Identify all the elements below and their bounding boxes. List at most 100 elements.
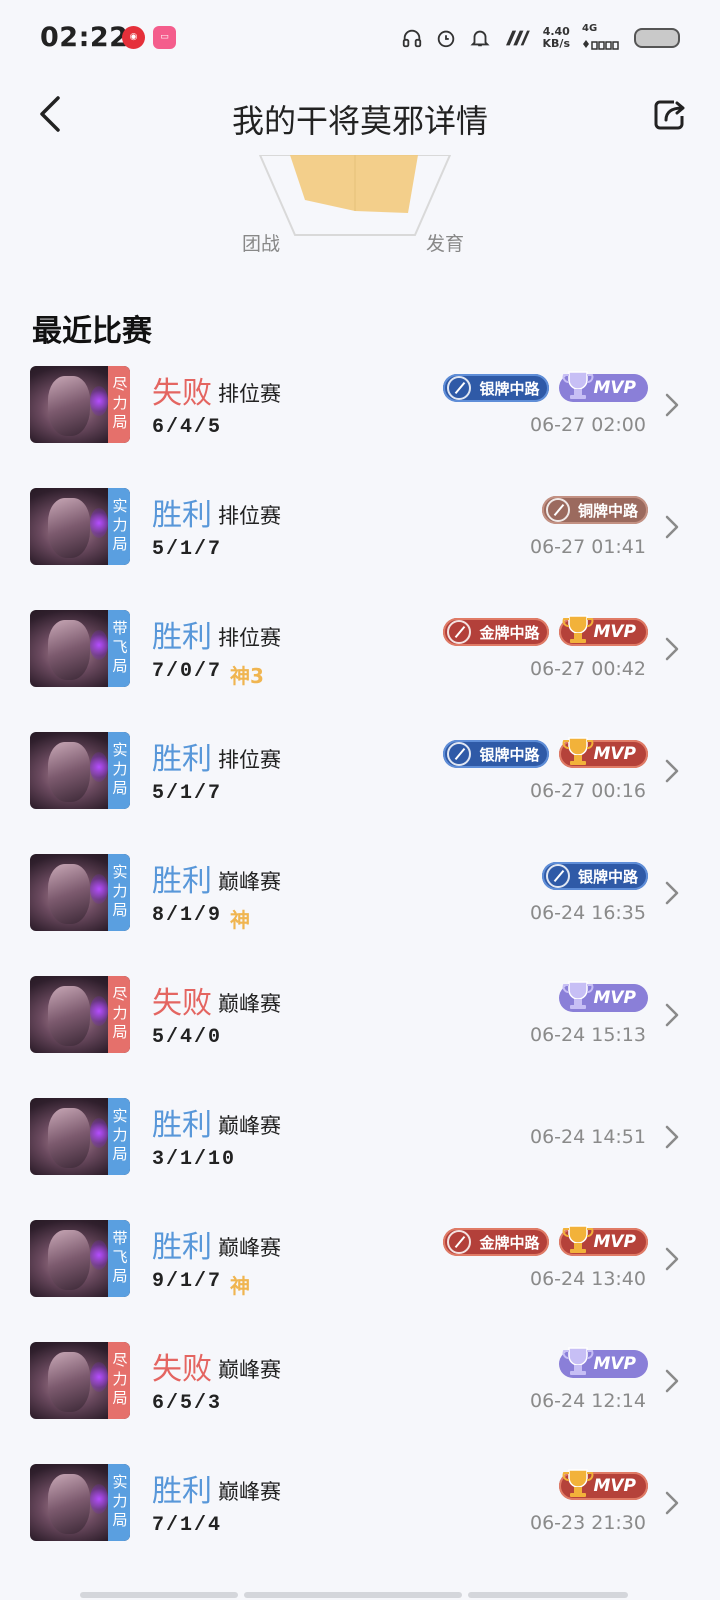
match-mode: 巅峰赛 [218,992,281,1016]
match-badges: 金牌中路 MVP [443,1225,648,1258]
match-kda: 5/1/7 [152,538,223,561]
mvp-badge: MVP [559,737,648,768]
match-badges: MVP [559,981,648,1014]
scroll-indicator [244,1592,462,1598]
hero-avatar: 实力局 [30,488,130,565]
sword-icon [447,376,472,400]
share-button[interactable] [650,94,690,134]
match-row[interactable]: 尽力局 失败 巅峰赛 5/4/0 MVP 06-24 15:13 [0,976,720,1098]
match-row[interactable]: 实力局 胜利 巅峰赛 8/1/9 神 银牌中路 06-24 16:35 [0,854,720,976]
signal-boost-icon [505,30,530,46]
sword-icon [447,620,472,644]
chevron-right-icon[interactable] [664,1124,680,1150]
mvp-label: MVP [593,622,636,642]
match-kda: 5/1/7 [152,782,223,805]
chevron-right-icon[interactable] [664,1490,680,1516]
match-result: 胜利 [152,864,212,899]
trophy-icon [563,1225,594,1253]
match-result: 胜利 [152,498,212,533]
net-type: 4G [582,22,598,34]
match-badges: MVP [559,1347,648,1380]
performance-tag: 尽力局 [108,366,130,443]
page-title: 我的干将莫邪详情 [231,102,488,140]
match-mode: 巅峰赛 [218,1480,281,1504]
mvp-label: MVP [593,744,636,764]
match-row[interactable]: 实力局 胜利 排位赛 5/1/7 银牌中路 MVP 06-27 00:16 [0,732,720,854]
performance-tag: 带飞局 [108,1220,130,1297]
hero-avatar: 尽力局 [30,366,130,443]
match-mode: 排位赛 [218,382,281,406]
status-bar: 02:22 ◉ ▭ 4.40 KB/s 4G [0,0,720,78]
bilibili-icon: ▭ [153,26,176,49]
match-result: 胜利 [152,1474,212,1509]
god-streak-label: 神3 [230,664,264,688]
match-row[interactable]: 实力局 胜利 巅峰赛 3/1/10 06-24 14:51 [0,1098,720,1220]
match-mode: 巅峰赛 [218,1114,281,1138]
match-result: 失败 [152,1352,212,1387]
match-row[interactable]: 尽力局 失败 排位赛 6/4/5 银牌中路 MVP 06-27 02:00 [0,366,720,488]
match-row[interactable]: 尽力局 失败 巅峰赛 6/5/3 MVP 06-24 12:14 [0,1342,720,1464]
hero-avatar: 实力局 [30,854,130,931]
performance-tag: 实力局 [108,1098,130,1175]
chevron-right-icon[interactable] [664,1002,680,1028]
match-list: 尽力局 失败 排位赛 6/4/5 银牌中路 MVP 06-27 02:00 实力局 胜利 排位赛 5… [0,366,720,1586]
chevron-right-icon[interactable] [664,880,680,906]
position-badge: 金牌中路 [443,1228,550,1256]
hero-avatar: 带飞局 [30,1220,130,1297]
god-streak-label: 神 [230,908,250,932]
sword-icon [447,1230,472,1254]
scroll-indicator [80,1592,238,1598]
match-time: 06-23 21:30 [529,1512,646,1534]
performance-tag: 实力局 [108,1464,130,1541]
match-row[interactable]: 实力局 胜利 排位赛 5/1/7 铜牌中路 06-27 01:41 [0,488,720,610]
hero-avatar: 实力局 [30,732,130,809]
mvp-badge: MVP [559,981,648,1012]
match-kda: 6/5/3 [152,1392,223,1415]
trophy-icon [563,615,594,643]
chevron-right-icon[interactable] [664,758,680,784]
position-badge: 铜牌中路 [541,496,648,524]
match-result: 失败 [152,986,212,1021]
position-badge-label: 铜牌中路 [577,501,638,520]
match-row[interactable]: 带飞局 胜利 排位赛 7/0/7 神3 金牌中路 MVP 06-27 00:42 [0,610,720,732]
mvp-label: MVP [593,1476,636,1496]
radar-label-development: 发育 [426,233,465,255]
position-badge-label: 银牌中路 [479,745,540,764]
match-time: 06-24 15:13 [529,1024,646,1046]
match-row[interactable]: 带飞局 胜利 巅峰赛 9/1/7 神 金牌中路 MVP 06-24 13:40 [0,1220,720,1342]
match-time: 06-24 12:14 [529,1390,646,1412]
chevron-right-icon[interactable] [664,1246,680,1272]
position-badge: 银牌中路 [443,374,550,402]
chevron-right-icon[interactable] [664,392,680,418]
chevron-right-icon[interactable] [664,636,680,662]
match-kda: 3/1/10 [152,1148,237,1171]
performance-tag: 带飞局 [108,610,130,687]
performance-tag: 尽力局 [108,1342,130,1419]
scroll-indicator [468,1592,628,1598]
match-kda: 7/1/4 [152,1514,223,1537]
mvp-badge: MVP [559,1347,648,1378]
match-time: 06-27 00:42 [529,658,646,680]
chevron-right-icon[interactable] [664,1368,680,1394]
chevron-right-icon[interactable] [664,514,680,540]
trophy-icon [563,1347,594,1375]
match-badges: 银牌中路 MVP [443,371,648,404]
match-result: 胜利 [152,1108,212,1143]
match-row[interactable]: 实力局 胜利 巅峰赛 7/1/4 MVP 06-23 21:30 [0,1464,720,1586]
match-badges: 银牌中路 MVP [443,737,648,770]
match-mode: 巅峰赛 [218,1236,281,1260]
position-badge-label: 金牌中路 [479,623,540,642]
hero-avatar: 带飞局 [30,610,130,687]
match-kda: 8/1/9 [152,904,223,927]
match-mode: 排位赛 [218,626,281,650]
bell-icon [469,30,490,47]
match-time: 06-24 14:51 [529,1126,646,1148]
mvp-badge: MVP [559,615,648,646]
match-badges: 金牌中路 MVP [443,615,648,648]
hero-avatar: 尽力局 [30,976,130,1053]
hero-avatar: 实力局 [30,1464,130,1541]
position-badge: 银牌中路 [443,740,550,768]
mvp-label: MVP [593,378,636,398]
performance-tag: 实力局 [108,732,130,809]
trophy-icon [563,737,594,765]
